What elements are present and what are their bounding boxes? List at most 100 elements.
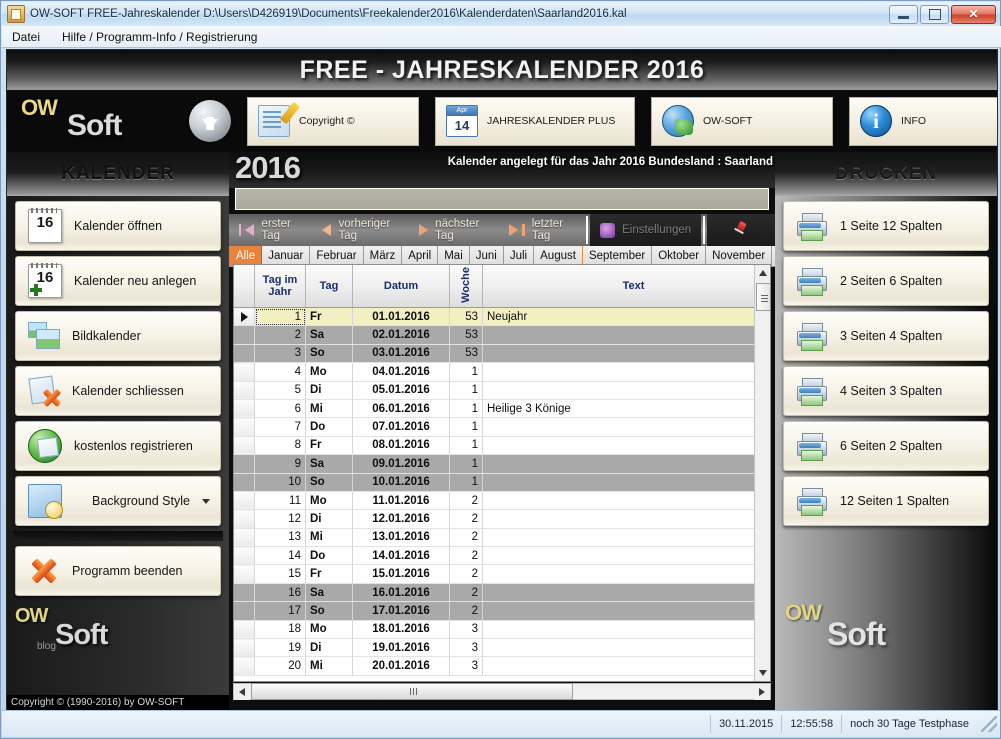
print-3-seiten-4-spalten[interactable]: 3 Seiten 4 Spalten bbox=[783, 311, 989, 361]
maximize-button[interactable] bbox=[920, 4, 949, 24]
table-row[interactable]: 13 Mi 13.01.2016 2 bbox=[234, 528, 770, 548]
table-row[interactable]: 10 So 10.01.2016 1 bbox=[234, 473, 770, 492]
cell-tag-im-jahr[interactable]: 10 bbox=[254, 473, 306, 492]
cell-datum[interactable]: 20.01.2016 bbox=[352, 656, 450, 676]
cell-woche[interactable]: 2 bbox=[449, 509, 483, 529]
tab-august[interactable]: August bbox=[534, 246, 583, 266]
cell-datum[interactable]: 01.01.2016 bbox=[352, 307, 450, 327]
copyright-button[interactable]: Copyright © bbox=[247, 96, 419, 146]
scroll-right-button[interactable] bbox=[754, 683, 770, 700]
vertical-scrollbar[interactable] bbox=[754, 265, 770, 681]
sidebar-item-bildkalender[interactable]: Bildkalender bbox=[15, 311, 221, 361]
cell-datum[interactable]: 19.01.2016 bbox=[352, 638, 450, 658]
cell-woche[interactable]: 2 bbox=[449, 546, 483, 566]
last-day-button[interactable]: letzter Tag bbox=[499, 215, 584, 245]
tab-februar[interactable]: Februar bbox=[310, 246, 364, 266]
cell-datum[interactable]: 17.01.2016 bbox=[352, 601, 450, 621]
cell-text[interactable] bbox=[482, 638, 770, 658]
cell-datum[interactable]: 04.01.2016 bbox=[352, 362, 450, 382]
cell-datum[interactable]: 09.01.2016 bbox=[352, 454, 450, 474]
tab-juli[interactable]: Juli bbox=[504, 246, 535, 266]
info-button[interactable]: INFO bbox=[849, 96, 997, 146]
column-woche[interactable]: Woche bbox=[449, 265, 483, 308]
print-4-seiten-3-spalten[interactable]: 4 Seiten 3 Spalten bbox=[783, 366, 989, 416]
row-indicator[interactable] bbox=[234, 399, 255, 419]
cell-text[interactable] bbox=[482, 436, 770, 456]
cell-woche[interactable]: 2 bbox=[449, 601, 483, 621]
tab-april[interactable]: April bbox=[402, 246, 439, 266]
cell-tag[interactable]: Sa bbox=[305, 583, 353, 603]
einstellungen-button[interactable]: Einstellungen bbox=[590, 214, 702, 246]
scroll-left-button[interactable] bbox=[234, 683, 250, 700]
table-row[interactable]: 4 Mo 04.01.2016 1 bbox=[234, 362, 770, 382]
cell-woche[interactable]: 1 bbox=[449, 417, 483, 437]
table-row[interactable]: 15 Fr 15.01.2016 2 bbox=[234, 564, 770, 584]
cell-text[interactable] bbox=[482, 656, 770, 676]
cell-datum[interactable]: 14.01.2016 bbox=[352, 546, 450, 566]
row-indicator[interactable] bbox=[234, 601, 255, 621]
row-indicator[interactable] bbox=[234, 454, 255, 474]
cell-tag[interactable]: Mo bbox=[305, 362, 353, 382]
cell-tag-im-jahr[interactable]: 14 bbox=[254, 546, 306, 566]
tab-november[interactable]: November bbox=[706, 246, 773, 266]
cell-woche[interactable]: 3 bbox=[449, 638, 483, 658]
column-text[interactable]: Text bbox=[482, 265, 770, 308]
row-indicator[interactable] bbox=[234, 638, 255, 658]
cell-tag[interactable]: Fr bbox=[305, 564, 353, 584]
cell-tag[interactable]: Di bbox=[305, 638, 353, 658]
cell-tag[interactable]: Fr bbox=[305, 307, 353, 327]
row-indicator[interactable] bbox=[234, 491, 255, 511]
cell-tag-im-jahr[interactable]: 5 bbox=[254, 381, 306, 400]
cell-datum[interactable]: 02.01.2016 bbox=[352, 325, 450, 345]
cell-woche[interactable]: 1 bbox=[449, 362, 483, 382]
cell-tag-im-jahr[interactable]: 6 bbox=[254, 399, 306, 419]
vertical-scroll-thumb[interactable] bbox=[756, 283, 770, 311]
row-indicator[interactable] bbox=[234, 620, 255, 640]
cell-datum[interactable]: 18.01.2016 bbox=[352, 620, 450, 640]
cell-datum[interactable]: 03.01.2016 bbox=[352, 344, 450, 364]
print-1-seite-12-spalten[interactable]: 1 Seite 12 Spalten bbox=[783, 201, 989, 251]
cell-datum[interactable]: 08.01.2016 bbox=[352, 436, 450, 456]
scroll-down-button[interactable] bbox=[755, 665, 770, 681]
cell-tag[interactable]: Mi bbox=[305, 528, 353, 548]
cell-text[interactable] bbox=[482, 381, 770, 400]
cell-datum[interactable]: 15.01.2016 bbox=[352, 564, 450, 584]
horizontal-scroll-thumb[interactable] bbox=[251, 683, 573, 700]
cell-datum[interactable]: 16.01.2016 bbox=[352, 583, 450, 603]
cell-tag-im-jahr[interactable]: 12 bbox=[254, 509, 306, 529]
cell-text[interactable] bbox=[482, 564, 770, 584]
table-row[interactable]: 18 Mo 18.01.2016 3 bbox=[234, 620, 770, 640]
cell-text[interactable]: Neujahr bbox=[482, 307, 770, 327]
row-indicator[interactable] bbox=[234, 564, 255, 584]
cell-text[interactable] bbox=[482, 546, 770, 566]
menu-item-datei[interactable]: Datei bbox=[12, 30, 40, 44]
cell-tag[interactable]: Mo bbox=[305, 491, 353, 511]
column-datum[interactable]: Datum bbox=[352, 265, 450, 308]
row-indicator[interactable] bbox=[234, 583, 255, 603]
cell-tag-im-jahr[interactable]: 9 bbox=[254, 454, 306, 474]
cell-tag[interactable]: Mi bbox=[305, 399, 353, 419]
cell-tag-im-jahr[interactable]: 18 bbox=[254, 620, 306, 640]
cell-woche[interactable]: 2 bbox=[449, 491, 483, 511]
cell-datum[interactable]: 05.01.2016 bbox=[352, 381, 450, 400]
cell-tag-im-jahr[interactable]: 19 bbox=[254, 638, 306, 658]
row-indicator[interactable] bbox=[234, 473, 255, 492]
cell-tag[interactable]: So bbox=[305, 473, 353, 492]
tab-alle[interactable]: Alle bbox=[229, 246, 263, 266]
first-day-button[interactable]: erster Tag bbox=[229, 215, 312, 245]
cell-text[interactable] bbox=[482, 417, 770, 437]
cell-tag[interactable]: Di bbox=[305, 381, 353, 400]
row-indicator[interactable] bbox=[234, 436, 255, 456]
cell-text[interactable] bbox=[482, 620, 770, 640]
cell-datum[interactable]: 11.01.2016 bbox=[352, 491, 450, 511]
cell-datum[interactable]: 13.01.2016 bbox=[352, 528, 450, 548]
cell-woche[interactable]: 2 bbox=[449, 583, 483, 603]
horizontal-scrollbar[interactable] bbox=[233, 683, 771, 700]
row-indicator[interactable] bbox=[234, 325, 255, 345]
cell-datum[interactable]: 12.01.2016 bbox=[352, 509, 450, 529]
table-row[interactable]: 16 Sa 16.01.2016 2 bbox=[234, 583, 770, 603]
next-day-button[interactable]: nächster Tag bbox=[409, 215, 499, 245]
cell-woche[interactable]: 1 bbox=[449, 436, 483, 456]
cell-text[interactable] bbox=[482, 528, 770, 548]
print-6-seiten-2-spalten[interactable]: 6 Seiten 2 Spalten bbox=[783, 421, 989, 471]
